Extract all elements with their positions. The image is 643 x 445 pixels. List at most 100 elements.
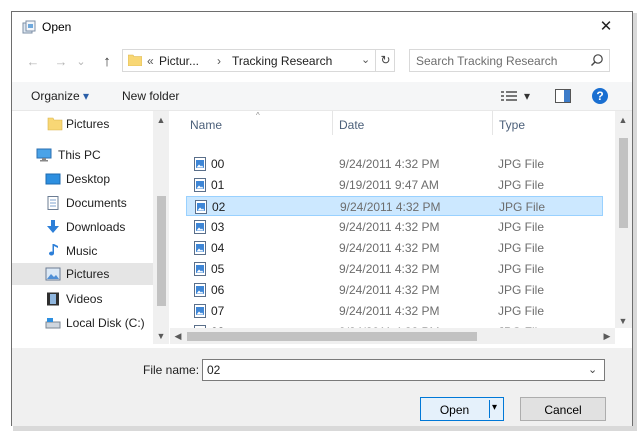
horizontal-scroll-thumb[interactable]	[187, 332, 477, 341]
download-arrow-icon	[47, 220, 59, 233]
organize-button[interactable]: Organize ▾	[31, 89, 89, 103]
file-list-horizontal-scrollbar[interactable]: ◀ ▶	[170, 328, 615, 344]
up-arrow-icon[interactable]: ↑	[98, 53, 116, 71]
scroll-down-icon[interactable]: ▼	[615, 316, 631, 326]
organize-label: Organize	[31, 89, 80, 103]
column-header-name[interactable]: Name	[190, 118, 222, 132]
nav-item-downloads[interactable]: Downloads	[12, 216, 153, 238]
file-name-dropdown-icon[interactable]: ⌄	[588, 363, 597, 376]
file-row[interactable]: 05 9/24/2011 4:32 PM JPG File	[186, 259, 603, 279]
view-details-icon[interactable]	[501, 90, 517, 102]
film-icon	[47, 292, 59, 306]
file-type: JPG File	[498, 220, 545, 234]
help-icon[interactable]: ?	[591, 87, 609, 105]
breadcrumb-pictures[interactable]: Pictur...	[159, 54, 199, 68]
file-name: 06	[211, 283, 225, 297]
file-type: JPG File	[498, 283, 545, 297]
file-row[interactable]: 06 9/24/2011 4:32 PM JPG File	[186, 280, 603, 300]
view-options-caret-icon[interactable]: ▾	[524, 89, 530, 103]
file-type: JPG File	[498, 241, 545, 255]
refresh-icon[interactable]: ↻	[375, 49, 395, 72]
file-name-combobox[interactable]: ⌄	[202, 359, 605, 381]
file-date: 9/24/2011 4:32 PM	[340, 200, 441, 214]
file-row[interactable]: 04 9/24/2011 4:32 PM JPG File	[186, 238, 603, 258]
forward-arrow-icon[interactable]: →	[52, 53, 70, 71]
search-box[interactable]	[409, 49, 610, 72]
file-name: 00	[211, 157, 225, 171]
address-bar[interactable]: « Pictur... › Tracking Research ⌄	[122, 49, 395, 72]
nav-scroll-thumb[interactable]	[157, 196, 166, 306]
address-dropdown-icon[interactable]: ⌄	[361, 53, 370, 66]
open-options-caret-icon[interactable]: ▾	[492, 402, 497, 413]
file-row[interactable]: 00 9/24/2011 4:32 PM JPG File	[186, 154, 603, 174]
scroll-down-icon[interactable]: ▼	[153, 331, 169, 341]
new-folder-button[interactable]: New folder	[122, 89, 179, 103]
file-date: 9/24/2011 4:32 PM	[339, 241, 440, 255]
scroll-up-icon[interactable]: ▲	[615, 115, 631, 125]
file-name: 04	[211, 241, 225, 255]
desktop-icon	[45, 173, 61, 185]
breadcrumb-tracking-research[interactable]: Tracking Research	[232, 54, 332, 68]
nav-item-music[interactable]: Music	[12, 240, 153, 262]
nav-item-pictures[interactable]: Pictures	[12, 263, 153, 285]
file-list: ^ Name Date Type 00 9/24/2011 4:32 PM JPG …	[170, 111, 632, 344]
file-list-vertical-scrollbar[interactable]: ▲ ▼	[615, 111, 632, 328]
file-date: 9/19/2011 9:47 AM	[339, 178, 439, 192]
column-header-type[interactable]: Type	[499, 118, 525, 132]
file-name-input[interactable]	[207, 363, 577, 377]
command-toolbar: Organize ▾ New folder ▾ ?	[12, 82, 632, 111]
column-divider[interactable]	[492, 111, 493, 135]
nav-item-documents[interactable]: Documents	[12, 192, 153, 214]
recent-locations-chevron-icon[interactable]: ⌄	[75, 53, 87, 71]
nav-label: This PC	[58, 148, 101, 162]
overflow-chevron-icon[interactable]: «	[147, 54, 154, 68]
nav-item-this-pc[interactable]: This PC	[12, 144, 153, 166]
close-icon[interactable]: ✕	[594, 16, 618, 38]
image-file-icon	[194, 220, 206, 234]
nav-item-local-disk[interactable]: Local Disk (C:)	[12, 312, 153, 334]
file-date: 9/24/2011 4:32 PM	[339, 220, 440, 234]
column-header-date[interactable]: Date	[339, 118, 364, 132]
scroll-left-icon[interactable]: ◀	[170, 331, 186, 342]
documents-icon	[47, 196, 59, 210]
file-type: JPG File	[498, 178, 545, 192]
bottom-panel: File name: ⌄ Open ▾ Cancel	[12, 348, 632, 426]
file-name: 05	[211, 262, 225, 276]
file-name: 01	[211, 178, 225, 192]
back-arrow-icon[interactable]: ←	[24, 53, 42, 71]
column-divider[interactable]	[332, 111, 333, 135]
nav-item-videos[interactable]: Videos	[12, 288, 153, 310]
preview-pane-icon[interactable]	[555, 89, 571, 103]
file-date: 9/24/2011 4:32 PM	[339, 262, 440, 276]
cancel-button[interactable]: Cancel	[520, 397, 606, 421]
scroll-up-icon[interactable]: ▲	[153, 115, 169, 125]
nav-scrollbar[interactable]: ▲ ▼	[153, 111, 169, 344]
file-row[interactable]: 07 9/24/2011 4:32 PM JPG File	[186, 301, 603, 321]
breadcrumb-separator-icon[interactable]: ›	[217, 54, 221, 68]
image-file-icon	[194, 241, 206, 255]
nav-label: Videos	[66, 292, 103, 306]
nav-item-pictures-quick[interactable]: Pictures	[12, 113, 153, 135]
search-icon[interactable]	[590, 53, 604, 67]
folder-icon	[47, 117, 63, 131]
search-input[interactable]	[416, 53, 581, 68]
file-row[interactable]: 01 9/19/2011 9:47 AM JPG File	[186, 175, 603, 195]
file-row[interactable]: 02 9/24/2011 4:32 PM JPG File	[186, 196, 603, 216]
file-date: 9/24/2011 4:32 PM	[339, 157, 440, 171]
nav-item-desktop[interactable]: Desktop	[12, 168, 153, 190]
open-dialog: Open ✕ ← → ⌄ ↑ « Pictur... › Tracking Re…	[11, 11, 633, 426]
sort-ascending-icon: ^	[256, 111, 260, 120]
nav-label: Documents	[66, 196, 127, 210]
nav-label: Downloads	[66, 220, 126, 234]
file-row[interactable]: 03 9/24/2011 4:32 PM JPG File	[186, 217, 603, 237]
open-split-divider	[489, 400, 490, 418]
open-button-label: Open	[439, 403, 470, 417]
open-button[interactable]: Open ▾	[420, 397, 504, 421]
app-icon	[22, 20, 36, 34]
music-note-icon	[49, 244, 58, 256]
scroll-right-icon[interactable]: ▶	[599, 331, 615, 342]
vertical-scroll-thumb[interactable]	[619, 138, 628, 228]
nav-label: Pictures	[66, 117, 110, 131]
image-file-icon	[194, 304, 206, 318]
nav-label: Desktop	[66, 172, 111, 186]
